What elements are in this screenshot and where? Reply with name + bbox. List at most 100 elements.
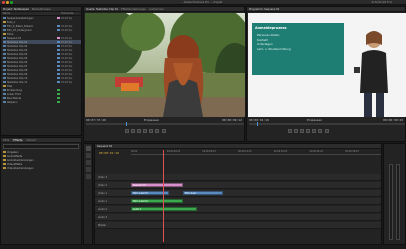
timeline-track[interactable]: Audio 3	[95, 214, 381, 221]
project-item[interactable]: Testvideo Clip 01 25,00 fps	[3, 40, 81, 44]
tab-sequence[interactable]: Sequenz 01	[97, 145, 112, 148]
label-color-swatch[interactable]	[57, 24, 60, 28]
tab-effects[interactable]: Effekte	[12, 138, 24, 142]
program-step-forward-button[interactable]	[312, 129, 317, 133]
audio-meters	[383, 143, 406, 245]
extract-button[interactable]	[324, 129, 329, 133]
project-item[interactable]: Sequenzeinstellungen 25,00 fps	[3, 16, 81, 20]
label-color-swatch[interactable]	[57, 100, 60, 104]
project-item[interactable]: Abspann	[3, 100, 81, 104]
project-item[interactable]: Sequenz 01 25,00 fps	[3, 36, 81, 40]
label-color-swatch[interactable]	[57, 80, 60, 84]
tab-info[interactable]: Infos	[3, 139, 9, 142]
zoom-tool-icon[interactable]	[86, 174, 91, 179]
effects-folder[interactable]: Audioeffekte	[3, 154, 81, 158]
play-button[interactable]	[143, 129, 148, 133]
effects-folder-label: Audioüberblendungen	[7, 158, 34, 162]
tab-history[interactable]: Verlauf	[26, 139, 35, 142]
clip-icon	[3, 72, 6, 76]
project-item[interactable]: Testvideo Clip 05 25,00 fps	[3, 56, 81, 60]
program-timecode-in[interactable]: 00:00:01:19	[249, 118, 269, 122]
step-forward-button[interactable]	[149, 129, 154, 133]
label-color-swatch[interactable]	[57, 92, 60, 96]
source-timecode-in[interactable]: 00:07:37:20	[86, 118, 106, 122]
program-mark-in-button[interactable]	[287, 129, 292, 133]
project-item[interactable]: Testvideo Clip 09 25,00 fps	[3, 72, 81, 76]
label-color-swatch[interactable]	[57, 68, 60, 72]
effects-folder[interactable]: Audioüberblendungen	[3, 158, 81, 162]
source-zoom-select[interactable]: Einpassen	[144, 118, 159, 122]
tab-source[interactable]: Quelle: Testvideo Clip 01	[86, 8, 118, 11]
timeline-playhead[interactable]	[163, 150, 164, 242]
tab-media-browser[interactable]: Media-Browser	[32, 8, 51, 11]
label-color-swatch[interactable]	[57, 88, 60, 92]
effects-folder[interactable]: Videoeffekte	[3, 162, 81, 166]
lift-button[interactable]	[318, 129, 323, 133]
project-item-framerate: 25,00 fps	[61, 80, 73, 84]
label-color-swatch[interactable]	[57, 56, 60, 60]
label-color-swatch[interactable]	[57, 16, 60, 20]
selection-tool-icon[interactable]	[86, 146, 91, 151]
label-color-swatch[interactable]	[57, 36, 60, 40]
source-playhead[interactable]	[126, 122, 127, 126]
program-playhead[interactable]	[257, 122, 258, 126]
folder-icon	[3, 154, 6, 158]
overwrite-button[interactable]	[161, 129, 166, 133]
clip-icon	[3, 80, 6, 84]
program-scrubber[interactable]	[249, 122, 405, 126]
tab-program[interactable]: Programm: Sequenz 01	[249, 8, 279, 11]
program-step-back-button[interactable]	[299, 129, 304, 133]
project-item[interactable]: Film_07_hintergrund 25,00 fps	[3, 28, 81, 32]
hand-tool-icon[interactable]	[86, 167, 91, 172]
source-scrubber[interactable]	[86, 122, 244, 126]
label-color-swatch[interactable]	[57, 64, 60, 68]
project-item[interactable]: Testvideo Clip 08 25,00 fps	[3, 68, 81, 72]
timeline-clip[interactable]: Sequenz 01	[131, 183, 183, 187]
project-item[interactable]: Testvideo Clip 07 25,00 fps	[3, 64, 81, 68]
column-name[interactable]: Name	[3, 12, 61, 15]
timeline-track[interactable]: Master	[95, 222, 381, 229]
project-item[interactable]: Testvideo Clip 04 25,00 fps	[3, 52, 81, 56]
program-timecode-out[interactable]: 00:00:30:23	[383, 118, 403, 122]
effects-search-input[interactable]	[3, 144, 79, 149]
effects-folder[interactable]: Vorgaben	[3, 150, 81, 154]
label-color-swatch[interactable]	[57, 48, 60, 52]
project-item[interactable]: Testvideo Clip 11 25,00 fps	[3, 80, 81, 84]
tab-project[interactable]: Projekt: Testbeispiel	[3, 8, 29, 11]
label-color-swatch[interactable]	[57, 60, 60, 64]
timeline-clip[interactable]: Film_2.avi	[183, 191, 223, 195]
tab-audio-mixer[interactable]: Audiomixer	[149, 8, 164, 11]
label-color-swatch[interactable]	[57, 28, 60, 32]
effects-folder[interactable]: Videoüberblendungen	[3, 166, 81, 170]
tab-effect-controls[interactable]: Effekteinstellungen	[121, 8, 146, 11]
label-color-swatch[interactable]	[57, 44, 60, 48]
time-ruler[interactable]: 00:00 00:00:04:23 00:00:09:23 00:00:14:23 00…	[131, 150, 381, 155]
program-mark-out-button[interactable]	[293, 129, 298, 133]
workspace-selector[interactable]: Schnitt (CS 5.5)	[372, 1, 392, 4]
timeline-clip[interactable]: Film_1.avi [A]	[131, 199, 183, 203]
mark-out-button[interactable]	[130, 129, 135, 133]
label-color-swatch[interactable]	[57, 52, 60, 56]
step-back-button[interactable]	[136, 129, 141, 133]
project-item[interactable]: Testvideo Clip 03 25,00 fps	[3, 48, 81, 52]
column-framerate[interactable]: Framerate	[61, 12, 81, 15]
label-color-swatch[interactable]	[57, 76, 60, 80]
label-color-swatch[interactable]	[57, 40, 60, 44]
label-color-swatch[interactable]	[57, 96, 60, 100]
timeline-timecode[interactable]: 00:00:01:19	[99, 151, 119, 155]
track-select-tool-icon[interactable]	[86, 153, 91, 158]
timeline-track[interactable]: Video 3	[95, 174, 381, 181]
clip-icon	[3, 24, 6, 28]
project-item[interactable]: Testvideo Clip 06 25,00 fps	[3, 60, 81, 64]
project-item[interactable]: Testvideo Clip 02 25,00 fps	[3, 44, 81, 48]
mark-in-button[interactable]	[124, 129, 129, 133]
program-zoom-select[interactable]: Einpassen	[307, 118, 322, 122]
source-timecode-out[interactable]: 00:00:09:12	[222, 118, 242, 122]
program-play-button[interactable]	[306, 129, 311, 133]
label-color-swatch[interactable]	[57, 72, 60, 76]
project-item[interactable]: Testvideo Clip 10 25,00 fps	[3, 76, 81, 80]
project-item[interactable]: Film_6_Pieter_Dreieck 25,00 fps	[3, 24, 81, 28]
timeline-clip[interactable]: Audio 1	[131, 207, 197, 211]
razor-tool-icon[interactable]	[86, 160, 91, 165]
insert-button[interactable]	[155, 129, 160, 133]
